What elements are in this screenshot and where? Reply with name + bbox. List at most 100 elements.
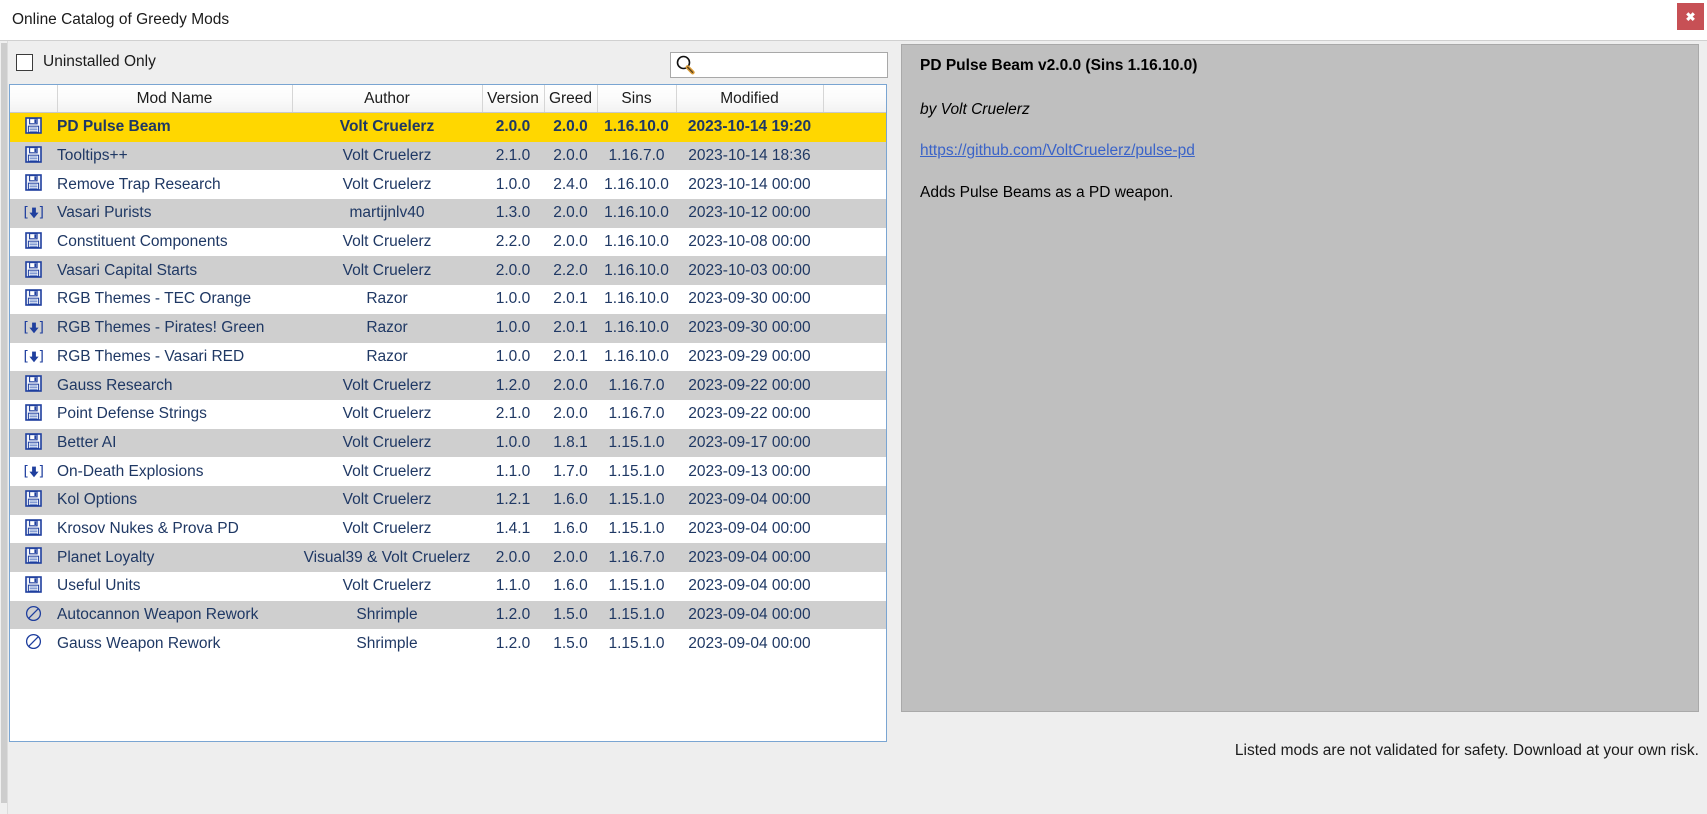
cell-modified: 2023-09-22 00:00 xyxy=(676,399,823,429)
search-box[interactable] xyxy=(670,52,888,78)
column-header-icon[interactable] xyxy=(10,85,58,113)
cell-status-icon xyxy=(10,227,57,257)
cell-status-icon xyxy=(10,572,57,601)
floppy-disk-icon xyxy=(24,431,44,451)
cell-sins: 1.16.10.0 xyxy=(597,342,676,372)
cell-spacer xyxy=(823,141,886,171)
window-scrollbar[interactable] xyxy=(0,41,8,814)
table-row[interactable]: Useful Units Volt Cruelerz 1.1.0 1.6.0 1.15.… xyxy=(10,572,886,601)
window-scrollbar-thumb[interactable] xyxy=(1,43,7,803)
table-row[interactable]: Kol Options Volt Cruelerz 1.2.1 1.6.0 1.15.1… xyxy=(10,485,886,515)
cell-author: Volt Cruelerz xyxy=(292,371,482,400)
checkbox-box-icon[interactable] xyxy=(16,53,33,71)
floppy-disk-icon xyxy=(24,374,44,394)
table-row[interactable]: [] On-Death Explosions Volt Cruelerz 1.1.0 1… xyxy=(10,457,886,486)
floppy-disk-icon xyxy=(24,173,44,193)
mod-table: Mod Name Author Version Greed Sins Modified P… xyxy=(10,85,886,659)
close-button[interactable]: ✖ xyxy=(1677,3,1704,30)
cell-greed: 2.0.0 xyxy=(544,199,597,228)
table-row[interactable]: Autocannon Weapon Rework Shrimple 1.2.0 1.5… xyxy=(10,600,886,630)
floppy-disk-icon xyxy=(24,489,44,509)
cell-sins: 1.15.1.0 xyxy=(597,600,676,630)
uninstalled-only-checkbox[interactable]: Uninstalled Only xyxy=(16,53,156,71)
column-header-name[interactable]: Mod Name xyxy=(57,85,293,113)
table-row[interactable]: [] RGB Themes - Pirates! Green Razor 1.0.0 2… xyxy=(10,313,886,343)
floppy-disk-icon xyxy=(24,116,44,136)
cell-author: Volt Cruelerz xyxy=(292,485,482,515)
cell-mod-name: Better AI xyxy=(57,428,292,458)
cell-spacer xyxy=(823,313,886,343)
cell-greed: 2.0.0 xyxy=(544,227,597,257)
table-row[interactable]: Remove Trap Research Volt Cruelerz 1.0.0 2.… xyxy=(10,170,886,200)
column-header-sins[interactable]: Sins xyxy=(597,85,677,113)
table-row[interactable]: Tooltips++ Volt Cruelerz 2.1.0 2.0.0 1.16.7.… xyxy=(10,141,886,171)
cell-greed: 2.0.0 xyxy=(544,543,597,572)
cell-greed: 1.8.1 xyxy=(544,428,597,458)
table-row[interactable]: [] Vasari Purists martijnlv40 1.3.0 2.0.0 1.1… xyxy=(10,199,886,228)
detail-description: Adds Pulse Beams as a PD weapon. xyxy=(920,184,1174,201)
cell-author: Volt Cruelerz xyxy=(292,141,482,171)
cell-modified: 2023-09-04 00:00 xyxy=(676,485,823,515)
cell-modified: 2023-10-14 18:36 xyxy=(676,141,823,171)
cell-modified: 2023-09-13 00:00 xyxy=(676,457,823,486)
cell-status-icon xyxy=(10,170,57,200)
cell-mod-name: PD Pulse Beam xyxy=(57,112,292,142)
table-row[interactable]: Gauss Weapon Rework Shrimple 1.2.0 1.5.0 1.1… xyxy=(10,629,886,659)
column-header-modified[interactable]: Modified xyxy=(676,85,824,113)
table-row[interactable]: PD Pulse Beam Volt Cruelerz 2.0.0 2.0.0 1.16… xyxy=(10,112,886,142)
cell-spacer xyxy=(823,543,886,572)
cell-greed: 2.0.1 xyxy=(544,313,597,343)
floppy-disk-icon xyxy=(24,575,44,595)
search-input[interactable] xyxy=(696,55,887,75)
cell-sins: 1.16.10.0 xyxy=(597,227,676,257)
floppy-disk-icon xyxy=(24,230,44,250)
table-row[interactable]: Constituent Components Volt Cruelerz 2.2.0… xyxy=(10,227,886,257)
table-row[interactable]: Gauss Research Volt Cruelerz 1.2.0 2.0.0 1.1… xyxy=(10,371,886,400)
cell-spacer xyxy=(823,457,886,486)
cell-version: 2.2.0 xyxy=(482,227,544,257)
column-header-spacer[interactable] xyxy=(823,85,886,113)
cell-author: Razor xyxy=(292,285,482,314)
safety-disclaimer: Listed mods are not validated for safety… xyxy=(1234,742,1699,759)
cell-modified: 2023-10-08 00:00 xyxy=(676,227,823,257)
cell-mod-name: RGB Themes - Pirates! Green xyxy=(57,313,292,343)
table-row[interactable]: Point Defense Strings Volt Cruelerz 2.1.0 2… xyxy=(10,399,886,429)
cell-sins: 1.16.10.0 xyxy=(597,256,676,286)
column-header-version[interactable]: Version xyxy=(482,85,545,113)
column-header-author[interactable]: Author xyxy=(292,85,483,113)
mod-list-panel[interactable]: Mod Name Author Version Greed Sins Modified P… xyxy=(9,84,887,742)
download-icon: [] xyxy=(23,205,44,222)
cell-status-icon xyxy=(10,256,57,286)
cell-sins: 1.15.1.0 xyxy=(597,514,676,544)
floppy-disk-icon xyxy=(24,288,44,308)
cell-author: Visual39 & Volt Cruelerz xyxy=(292,543,482,572)
detail-link[interactable]: https://github.com/VoltCruelerz/pulse-pd xyxy=(920,142,1195,160)
cell-sins: 1.16.10.0 xyxy=(597,285,676,314)
table-row[interactable]: Planet Loyalty Visual39 & Volt Cruelerz 2.… xyxy=(10,543,886,572)
table-row[interactable]: Better AI Volt Cruelerz 1.0.0 1.8.1 1.15.1.0… xyxy=(10,428,886,458)
title-bar: Online Catalog of Greedy Mods ✖ xyxy=(0,0,1707,40)
cell-greed: 1.6.0 xyxy=(544,572,597,601)
table-row[interactable]: Krosov Nukes & Prova PD Volt Cruelerz 1.4.… xyxy=(10,514,886,544)
cell-modified: 2023-09-04 00:00 xyxy=(676,629,823,659)
cell-spacer xyxy=(823,112,886,142)
cell-greed: 1.5.0 xyxy=(544,629,597,659)
floppy-disk-icon xyxy=(24,259,44,279)
cell-spacer xyxy=(823,600,886,630)
cell-spacer xyxy=(823,514,886,544)
cell-mod-name: Point Defense Strings xyxy=(57,399,292,429)
table-row[interactable]: [] RGB Themes - Vasari RED Razor 1.0.0 2.0.1… xyxy=(10,342,886,372)
table-row[interactable]: RGB Themes - TEC Orange Razor 1.0.0 2.0.1 1.… xyxy=(10,285,886,314)
cell-author: Shrimple xyxy=(292,629,482,659)
column-header-greed[interactable]: Greed xyxy=(544,85,598,113)
table-row[interactable]: Vasari Capital Starts Volt Cruelerz 2.0.0 2… xyxy=(10,256,886,286)
cell-author: Volt Cruelerz xyxy=(292,457,482,486)
cell-mod-name: Vasari Capital Starts xyxy=(57,256,292,286)
cell-mod-name: RGB Themes - TEC Orange xyxy=(57,285,292,314)
cell-version: 1.3.0 xyxy=(482,199,544,228)
cell-spacer xyxy=(823,256,886,286)
detail-author: by Volt Cruelerz xyxy=(920,101,1030,118)
cell-mod-name: Gauss Research xyxy=(57,371,292,400)
cell-author: Volt Cruelerz xyxy=(292,170,482,200)
download-icon: [] xyxy=(23,320,44,337)
